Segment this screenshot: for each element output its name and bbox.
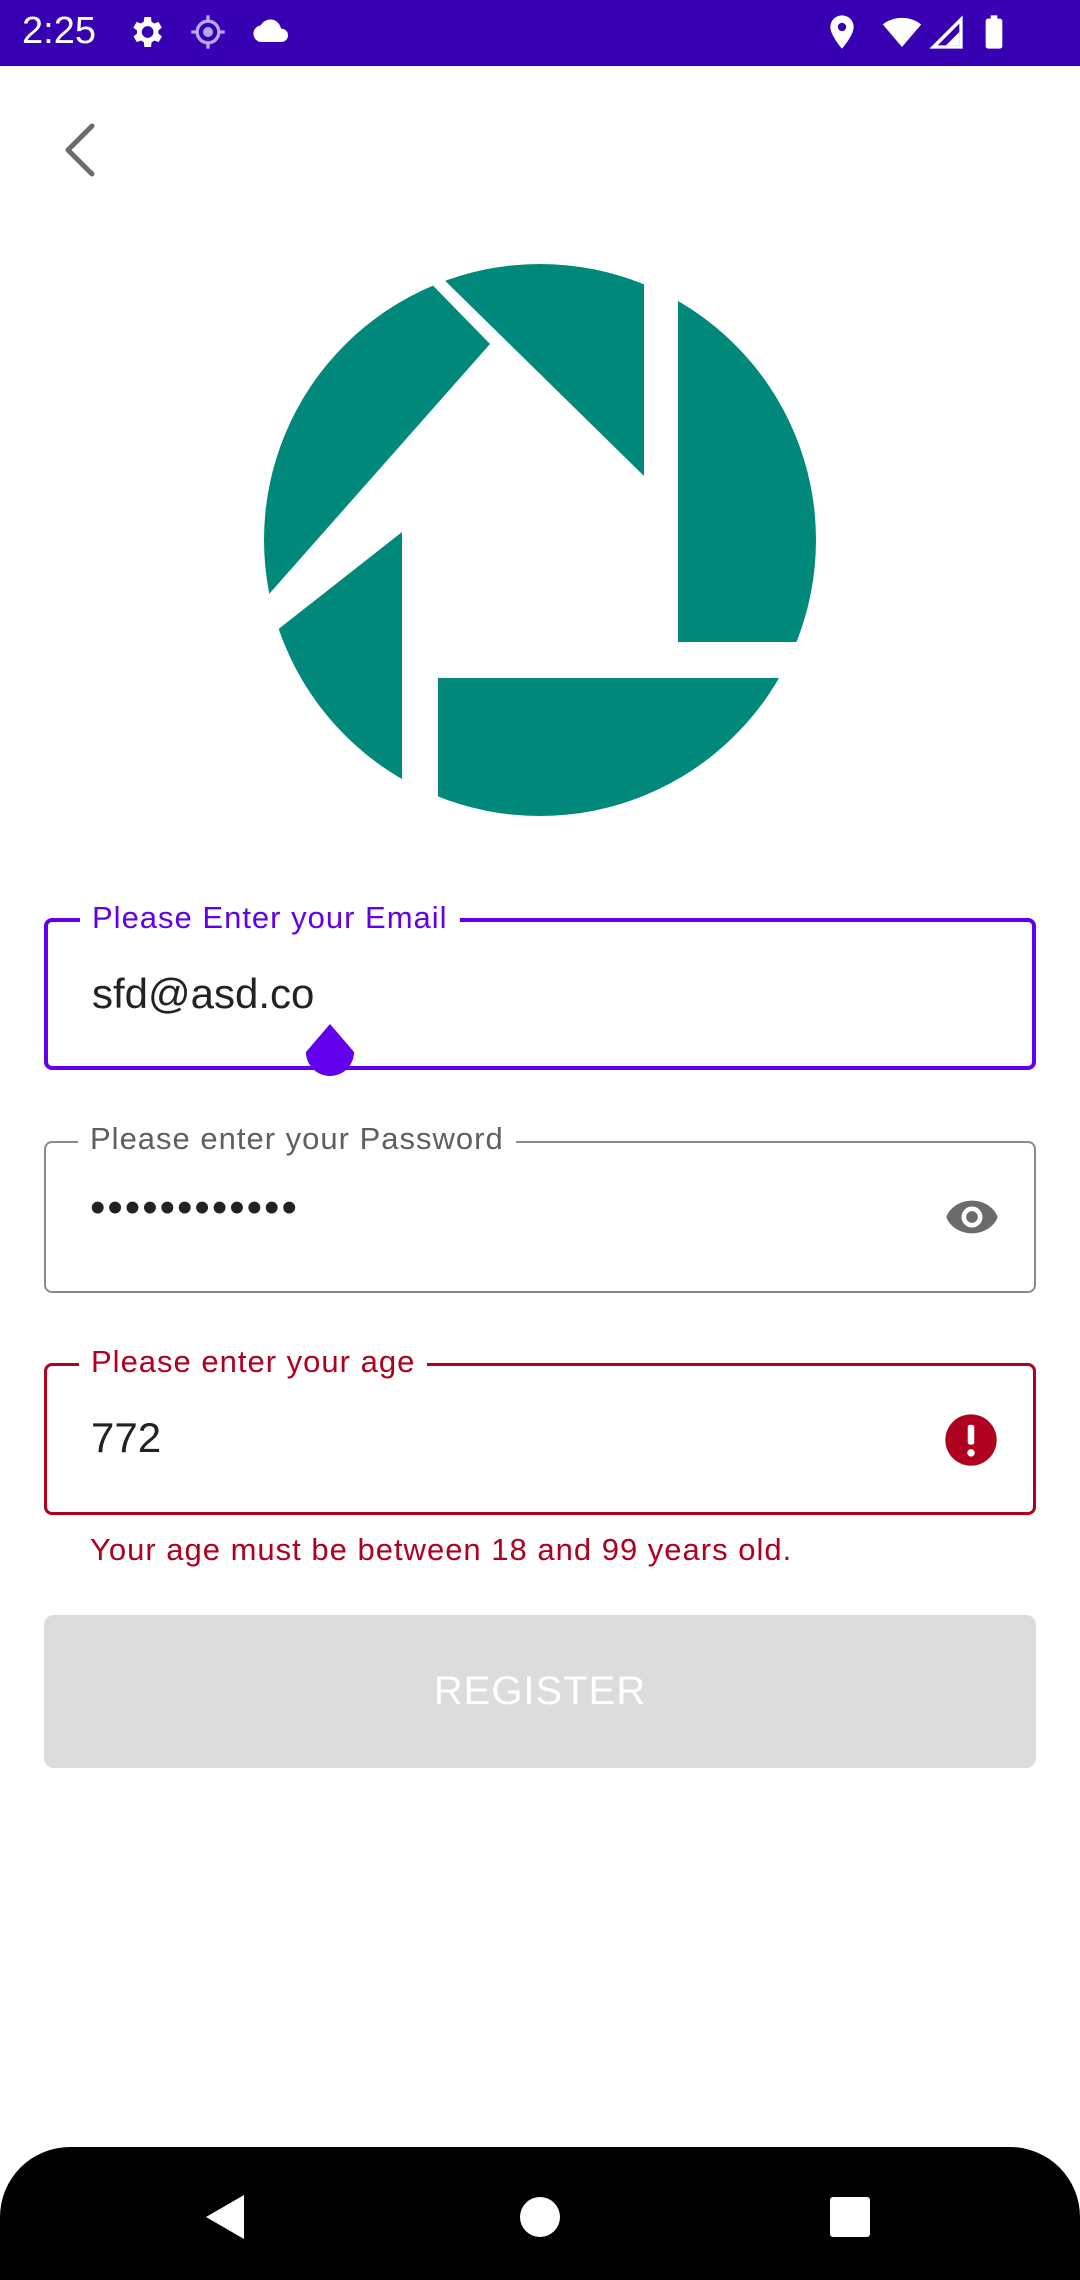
register-button[interactable]: REGISTER — [44, 1615, 1036, 1768]
age-label: Please enter your age — [79, 1344, 428, 1380]
text-cursor-handle[interactable] — [302, 1024, 358, 1090]
age-field[interactable]: Please enter your age 772 — [44, 1344, 1036, 1515]
location-target-icon — [191, 15, 225, 49]
signal-icon — [929, 15, 963, 49]
navigation-bar — [0, 2147, 1080, 2280]
email-field[interactable]: Please Enter your Email sfd@asd.co — [44, 900, 1036, 1070]
wifi-icon — [882, 17, 922, 47]
eye-icon[interactable] — [940, 1189, 1004, 1245]
age-error-message: Your age must be between 18 and 99 years… — [90, 1532, 793, 1567]
cloud-icon — [253, 19, 289, 42]
age-input[interactable]: 772 — [91, 1414, 161, 1462]
back-triangle-icon[interactable] — [196, 2187, 256, 2247]
gear-icon — [133, 17, 162, 47]
register-screen: 2:25 Please Enter your Email sfd@asd.co … — [0, 0, 1080, 2280]
password-input[interactable]: •••••••••••• — [90, 1183, 299, 1233]
home-circle-icon[interactable] — [510, 2187, 570, 2247]
back-button[interactable] — [52, 118, 116, 182]
recents-square-icon[interactable] — [820, 2187, 880, 2247]
password-label: Please enter your Password — [78, 1121, 516, 1157]
battery-icon — [985, 15, 1003, 49]
password-field[interactable]: Please enter your Password •••••••••••• — [44, 1121, 1036, 1293]
email-label: Please Enter your Email — [80, 900, 460, 936]
location-pin-icon — [830, 15, 854, 49]
status-bar: 2:25 — [0, 0, 1080, 66]
email-input[interactable]: sfd@asd.co — [92, 970, 314, 1018]
status-time: 2:25 — [22, 10, 96, 52]
aperture-logo-icon — [264, 264, 816, 816]
error-icon — [945, 1414, 997, 1466]
